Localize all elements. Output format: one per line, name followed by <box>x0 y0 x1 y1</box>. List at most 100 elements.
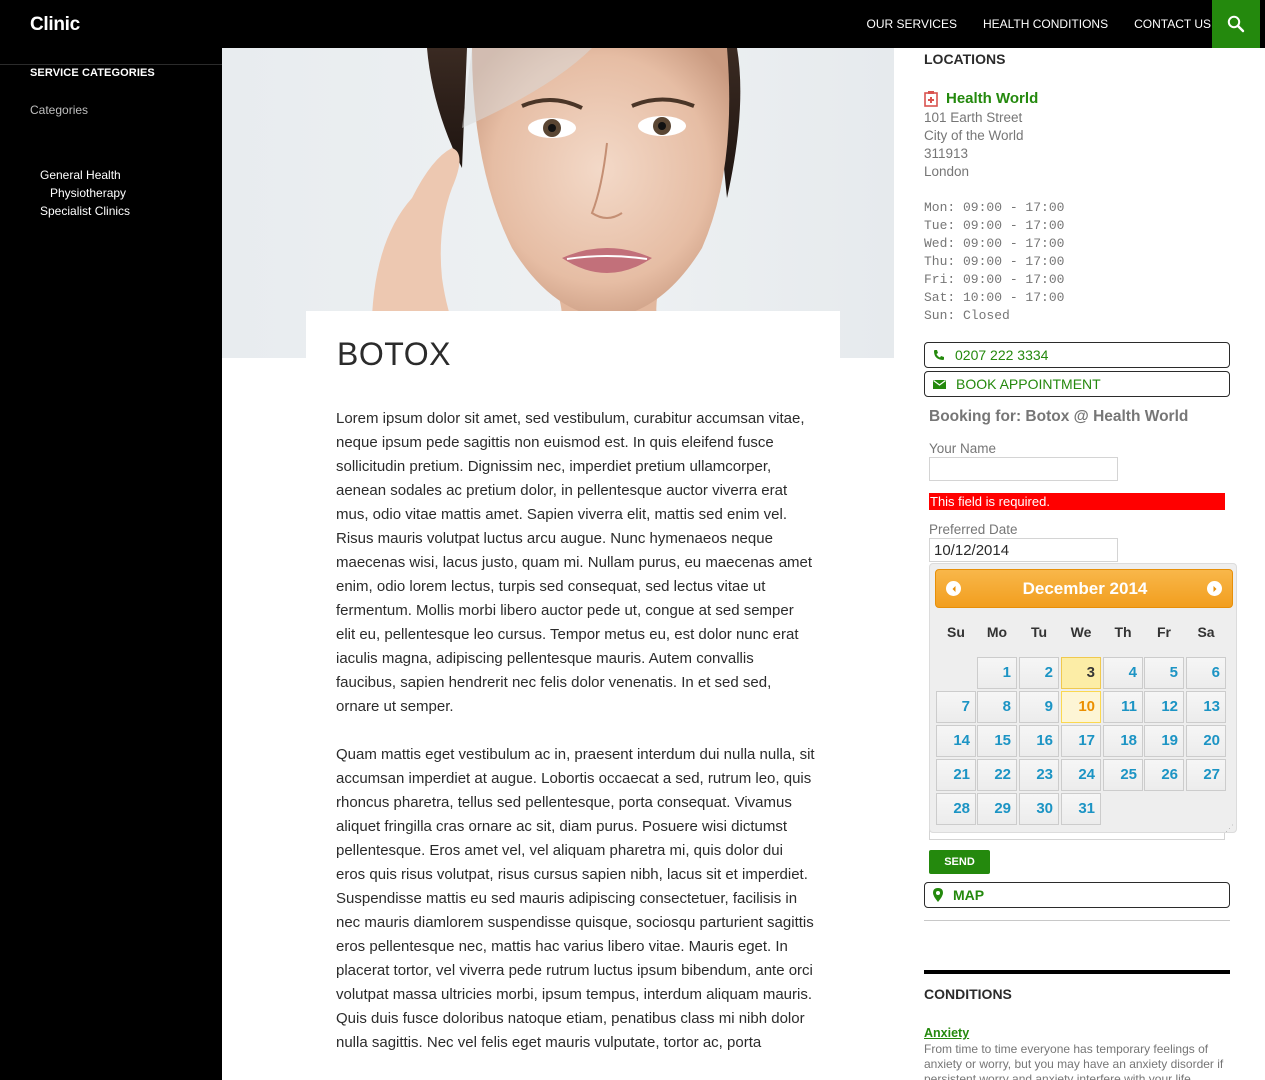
envelope-icon <box>933 379 946 389</box>
address-line: London <box>924 164 970 179</box>
next-month-button[interactable] <box>1207 581 1222 596</box>
weekday-header: Th <box>1114 624 1132 640</box>
sidebar-item-general-health[interactable]: General Health <box>40 168 121 182</box>
nav-our-services[interactable]: OUR SERVICES <box>867 17 957 31</box>
hours-line: Tue: 09:00 - 17:00 <box>924 218 1065 233</box>
locations-title: LOCATIONS <box>924 51 1006 67</box>
sidebar-divider <box>0 64 222 65</box>
your-name-label: Your Name <box>929 441 997 456</box>
conditions-rule <box>924 970 1230 974</box>
site-header: Clinic OUR SERVICES HEALTH CONDITIONS CO… <box>0 0 1265 48</box>
calendar-day[interactable]: 7 <box>936 691 976 723</box>
address-line: City of the World <box>924 128 1024 143</box>
calendar-day[interactable]: 1 <box>977 657 1017 689</box>
location-name-link[interactable]: Health World <box>946 90 1038 107</box>
hours-line: Fri: 09:00 - 17:00 <box>924 272 1065 287</box>
calendar-day[interactable]: 10 <box>1061 691 1101 723</box>
calendar-day[interactable]: 29 <box>977 793 1017 825</box>
calendar-day[interactable]: 2 <box>1019 657 1059 689</box>
calendar-day[interactable]: 22 <box>977 759 1017 791</box>
map-button[interactable]: MAP <box>924 882 1230 908</box>
datepicker: December 2014 ⋰ Su Mo Tu We Th Fr Sa 1 2 3 4 5 6 7 8 9 1… <box>929 563 1237 833</box>
your-name-input[interactable] <box>929 457 1118 481</box>
calendar-day[interactable]: 19 <box>1144 725 1184 757</box>
phone-button[interactable]: 0207 222 3334 <box>924 342 1230 368</box>
hospital-icon <box>924 90 938 107</box>
calendar-day[interactable]: 27 <box>1186 759 1226 791</box>
book-appointment-button[interactable]: BOOK APPOINTMENT <box>924 371 1230 397</box>
calendar-day[interactable]: 8 <box>977 691 1017 723</box>
calendar-day[interactable]: 23 <box>1019 759 1059 791</box>
calendar-day[interactable]: 18 <box>1103 725 1143 757</box>
prev-month-button[interactable] <box>946 581 961 596</box>
condition-description: From time to time everyone has temporary… <box>924 1042 1224 1080</box>
error-message: This field is required. <box>929 493 1225 510</box>
nav-health-conditions[interactable]: HEALTH CONDITIONS <box>983 17 1108 31</box>
weekday-header: Mo <box>986 624 1008 640</box>
weekday-header: Fr <box>1157 624 1171 640</box>
weekday-header: Su <box>947 624 965 640</box>
map-label: MAP <box>953 887 985 903</box>
weekday-header: We <box>1070 624 1092 640</box>
chevron-right-icon <box>1213 585 1216 592</box>
calendar-day[interactable]: 9 <box>1019 691 1059 723</box>
calendar-day[interactable]: 13 <box>1186 691 1226 723</box>
calendar-day[interactable]: 25 <box>1103 759 1143 791</box>
calendar-day[interactable]: 6 <box>1186 657 1226 689</box>
preferred-date-input[interactable] <box>929 538 1118 562</box>
calendar-day[interactable]: 26 <box>1144 759 1184 791</box>
hours-line: Mon: 09:00 - 17:00 <box>924 200 1065 215</box>
calendar-day[interactable]: 5 <box>1144 657 1184 689</box>
calendar-day[interactable]: 24 <box>1061 759 1101 791</box>
calendar-day[interactable]: 11 <box>1103 691 1143 723</box>
calendar-day[interactable]: 30 <box>1019 793 1059 825</box>
calendar-day[interactable]: 20 <box>1186 725 1226 757</box>
preferred-date-label: Preferred Date <box>929 522 1018 537</box>
left-sidebar <box>0 48 222 1080</box>
divider <box>924 920 1230 921</box>
send-button[interactable]: SEND <box>929 850 990 874</box>
weekday-header: Tu <box>1030 624 1048 640</box>
calendar-day[interactable]: 16 <box>1019 725 1059 757</box>
datepicker-header: December 2014 <box>935 569 1233 608</box>
resize-grip[interactable]: ⋰ <box>1225 823 1234 834</box>
calendar-day[interactable]: 15 <box>977 725 1017 757</box>
sidebar-item-physiotherapy[interactable]: Physiotherapy <box>50 186 126 200</box>
calendar-day[interactable]: 21 <box>936 759 976 791</box>
article-paragraph-2: Quam mattis eget vestibulum ac in, praes… <box>336 746 815 1051</box>
book-appointment-label: BOOK APPOINTMENT <box>956 376 1101 392</box>
search-button[interactable] <box>1212 0 1260 48</box>
article-paragraph-1: Lorem ipsum dolor sit amet, sed vestibul… <box>336 410 813 715</box>
condition-link-anxiety[interactable]: Anxiety <box>924 1026 969 1040</box>
calendar-day[interactable]: 4 <box>1103 657 1143 689</box>
phone-icon <box>934 350 944 360</box>
location-name-row: Health World <box>924 90 1038 107</box>
calendar-day[interactable]: 17 <box>1061 725 1101 757</box>
nav-contact-us[interactable]: CONTACT US <box>1134 17 1211 31</box>
calendar-day[interactable]: 28 <box>936 793 976 825</box>
hours-line: Thu: 09:00 - 17:00 <box>924 254 1065 269</box>
calendar-day[interactable]: 14 <box>936 725 976 757</box>
calendar-day[interactable]: 12 <box>1144 691 1184 723</box>
chevron-left-icon <box>952 585 955 592</box>
datepicker-title: December 2014 <box>1022 579 1148 598</box>
address-line: 101 Earth Street <box>924 110 1023 125</box>
calendar-day[interactable]: 31 <box>1061 793 1101 825</box>
map-marker-icon <box>933 888 943 902</box>
service-categories-title: SERVICE CATEGORIES <box>30 67 155 79</box>
categories-label: Categories <box>30 103 89 117</box>
sidebar-item-specialist-clinics[interactable]: Specialist Clinics <box>40 204 130 218</box>
booking-heading: Booking for: Botox @ Health World <box>929 408 1189 425</box>
search-icon <box>1227 15 1245 33</box>
hours-line: Sat: 10:00 - 17:00 <box>924 290 1065 305</box>
phone-label: 0207 222 3334 <box>955 347 1049 363</box>
site-title[interactable]: Clinic <box>30 14 80 36</box>
page-title: BOTOX <box>337 336 451 372</box>
hours-line: Wed: 09:00 - 17:00 <box>924 236 1065 251</box>
weekday-header: Sa <box>1197 624 1215 640</box>
hours-line: Sun: Closed <box>924 308 1010 323</box>
conditions-title: CONDITIONS <box>924 986 1012 1002</box>
calendar-day[interactable]: 3 <box>1061 657 1101 689</box>
address-line: 311913 <box>924 146 969 161</box>
main-nav: OUR SERVICES HEALTH CONDITIONS CONTACT U… <box>841 0 1212 48</box>
